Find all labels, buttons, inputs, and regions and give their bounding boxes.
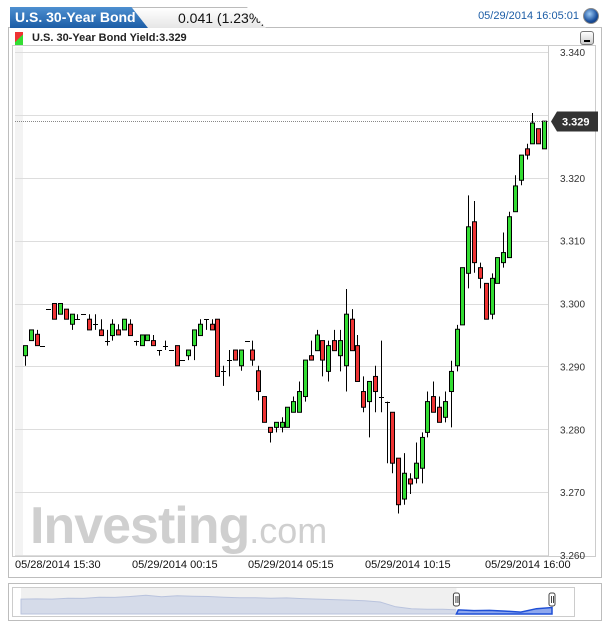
watermark-suffix: .com [249,510,328,551]
candlestick-legend-icon [15,32,23,45]
globe-icon[interactable] [583,8,599,24]
navigator[interactable] [8,583,602,621]
x-tick-label: 05/29/2014 00:15 [132,559,218,571]
series-legend: U.S. 30-Year Bond Yield:3.329 [32,32,187,44]
chart-widget: 0.041 (1.23%) U.S. 30-Year Bond Yi... 05… [0,0,613,627]
timestamp: 05/29/2014 16:05:01 [478,10,579,22]
investing-logo-watermark: Investing.com [30,496,327,556]
x-tick-label: 05/28/2014 15:30 [15,559,101,571]
x-tick-label: 05/29/2014 05:15 [248,559,334,571]
x-tick-label: 05/29/2014 16:00 [485,559,571,571]
minimize-button[interactable] [580,31,594,45]
watermark-brand: Investing [30,497,250,555]
x-tick-label: 05/29/2014 10:15 [365,559,451,571]
instrument-tab[interactable]: U.S. 30-Year Bond Yi... [10,7,148,28]
change-tab[interactable]: 0.041 (1.23%) [130,7,266,28]
